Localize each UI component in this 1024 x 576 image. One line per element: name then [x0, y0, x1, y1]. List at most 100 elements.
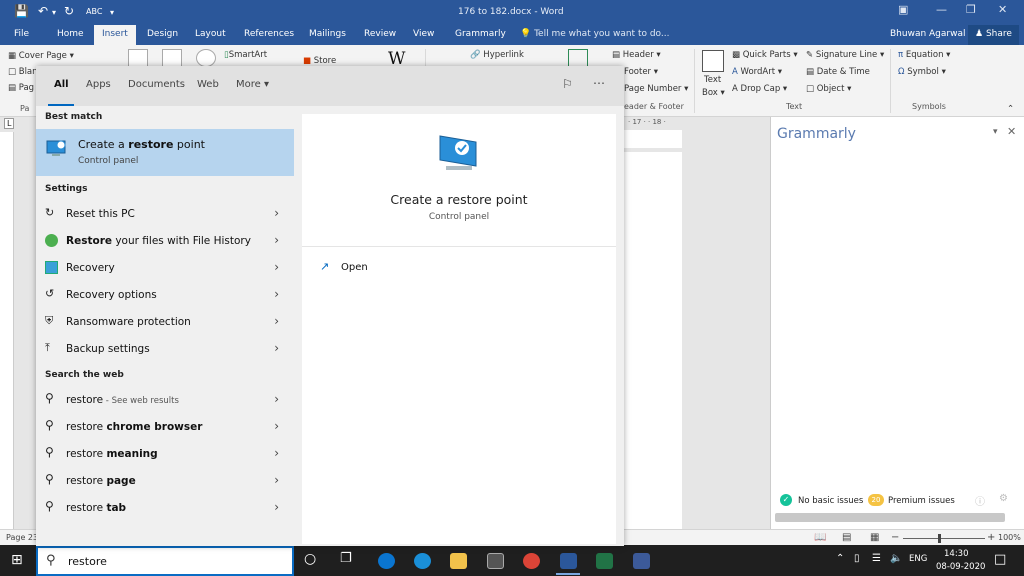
tell-me-box[interactable]: 💡 Tell me what you want to do... — [520, 29, 670, 39]
pictures-icon[interactable] — [128, 49, 148, 67]
setting-result[interactable]: ↺ Recovery options › — [36, 282, 294, 309]
battery-icon[interactable]: ▯ — [854, 553, 860, 564]
setting-result[interactable]: ⤒ Backup settings › — [36, 336, 294, 363]
online-pictures-icon[interactable] — [162, 49, 182, 67]
tab-grammarly[interactable]: Grammarly — [455, 29, 506, 39]
text-box-icon[interactable] — [702, 50, 724, 72]
spelling-icon[interactable]: ABC — [86, 7, 102, 16]
text-box-button[interactable]: Box ▾ — [702, 88, 725, 98]
customize-toolbar-icon[interactable]: ▾ — [110, 8, 114, 17]
maximize-icon[interactable]: ❐ — [966, 3, 976, 16]
clock-date[interactable]: 08-09-2020 — [936, 562, 985, 572]
filter-tab-more[interactable]: More ▾ — [236, 79, 269, 90]
settings-gear-icon[interactable]: ⚙ — [999, 493, 1008, 504]
web-result[interactable]: ⚲ restore - See web results › — [36, 387, 294, 414]
ribbon-display-icon[interactable]: ▣ — [898, 3, 908, 16]
minimize-icon[interactable]: — — [936, 3, 947, 16]
search-input[interactable]: restore — [68, 555, 107, 568]
volume-icon[interactable]: 🔈 — [890, 553, 902, 564]
close-pane-icon[interactable]: ✕ — [1007, 125, 1016, 138]
smartart-button[interactable]: ▯SmartArt — [224, 50, 267, 60]
no-basic-issues[interactable]: No basic issues — [798, 496, 863, 506]
best-match-result[interactable]: Create a restore point Control panel — [36, 129, 294, 176]
undo-dropdown-icon[interactable]: ▾ — [52, 8, 56, 17]
undo-icon[interactable]: ↶ — [38, 4, 48, 18]
zoom-out-icon[interactable]: − — [891, 532, 899, 543]
clock-time[interactable]: 14:30 — [944, 549, 969, 559]
store-taskbar-icon[interactable] — [487, 553, 504, 569]
filter-tab-all[interactable]: All — [54, 79, 69, 90]
tab-view[interactable]: View — [413, 29, 434, 39]
notifications-icon[interactable]: □ — [994, 552, 1006, 567]
signature-line-button[interactable]: ✎ Signature Line ▾ — [806, 50, 884, 60]
setting-result[interactable]: Recovery › — [36, 255, 294, 282]
tab-layout[interactable]: Layout — [195, 29, 226, 39]
header-button[interactable]: ▤ Header ▾ — [612, 50, 661, 60]
premium-issues[interactable]: Premium issues — [888, 496, 955, 506]
wordart-button[interactable]: A WordArt ▾ — [732, 67, 782, 77]
filter-tab-documents[interactable]: Documents — [128, 79, 185, 90]
cortana-icon[interactable]: ○ — [304, 551, 316, 567]
filter-tab-apps[interactable]: Apps — [86, 79, 111, 90]
read-mode-icon[interactable]: 📖 — [814, 532, 826, 543]
web-result[interactable]: ⚲ restore meaning › — [36, 441, 294, 468]
document-page[interactable] — [624, 152, 682, 542]
page-count[interactable]: Page 23 — [6, 533, 38, 542]
collapse-ribbon-icon[interactable]: ⌃ — [1007, 104, 1014, 114]
share-button[interactable]: ♟ Share — [968, 25, 1019, 45]
horizontal-scrollbar[interactable] — [775, 513, 1005, 522]
file-explorer-icon[interactable] — [450, 553, 467, 569]
quick-parts-button[interactable]: ▩ Quick Parts ▾ — [732, 50, 798, 60]
language-indicator[interactable]: ENG — [909, 554, 927, 564]
shapes-icon[interactable] — [196, 49, 216, 67]
word-online-icon[interactable] — [378, 553, 395, 569]
cover-page-button[interactable]: ▦ Cover Page ▾ — [8, 51, 74, 61]
zoom-slider-thumb[interactable] — [938, 534, 941, 543]
save-icon[interactable]: 💾 — [14, 4, 29, 18]
zoom-slider[interactable] — [903, 538, 985, 539]
date-time-button[interactable]: ▤ Date & Time — [806, 67, 870, 77]
setting-result[interactable]: ↻ Reset this PC › — [36, 201, 294, 228]
user-name[interactable]: Bhuwan Agarwal — [890, 29, 966, 39]
tab-insert[interactable]: Insert — [94, 25, 136, 45]
symbol-button[interactable]: Ω Symbol ▾ — [898, 67, 946, 77]
tab-mailings[interactable]: Mailings — [309, 29, 346, 39]
wifi-icon[interactable]: ☰ — [872, 553, 881, 564]
store-button[interactable]: ■ Store — [303, 56, 336, 66]
chrome-icon[interactable] — [523, 553, 540, 569]
taskbar-search-box[interactable]: ⚲ restore — [36, 546, 294, 576]
redo-icon[interactable]: ↻ — [64, 4, 74, 18]
web-result[interactable]: ⚲ restore page › — [36, 468, 294, 495]
open-action[interactable]: Open — [341, 262, 368, 273]
web-layout-icon[interactable]: ▦ — [870, 532, 879, 543]
tray-expand-icon[interactable]: ⌃ — [836, 553, 844, 564]
filter-tab-web[interactable]: Web — [197, 79, 219, 90]
page-break-button[interactable]: ▤ Pag — [8, 83, 34, 93]
feedback-icon[interactable]: ⚐ — [562, 77, 573, 91]
setting-result[interactable]: ⛨ Ransomware protection › — [36, 309, 294, 336]
zoom-in-icon[interactable]: + — [987, 532, 995, 543]
windows-start-icon[interactable]: ⊞ — [11, 552, 23, 568]
task-view-icon[interactable]: ❐ — [340, 551, 352, 566]
word-icon[interactable] — [560, 553, 577, 569]
print-layout-icon[interactable]: ▤ — [842, 532, 851, 543]
equation-button[interactable]: π Equation ▾ — [898, 50, 950, 60]
more-options-icon[interactable]: ⋯ — [593, 76, 605, 90]
close-icon[interactable]: ✕ — [998, 3, 1007, 16]
tab-design[interactable]: Design — [147, 29, 178, 39]
tab-selector-icon[interactable]: L — [4, 118, 15, 129]
blank-page-button[interactable]: □ Blan — [8, 67, 38, 77]
tab-references[interactable]: References — [244, 29, 294, 39]
page-number-button[interactable]: Page Number ▾ — [624, 84, 688, 94]
comment-icon[interactable] — [568, 49, 588, 67]
excel-icon[interactable] — [596, 553, 613, 569]
zoom-level[interactable]: 100% — [998, 533, 1021, 542]
web-result[interactable]: ⚲ restore tab › — [36, 495, 294, 522]
tab-home[interactable]: Home — [57, 29, 84, 39]
hyperlink-button[interactable]: 🔗 Hyperlink — [470, 50, 524, 60]
help-icon[interactable]: ⓘ — [975, 493, 985, 508]
web-result[interactable]: ⚲ restore chrome browser › — [36, 414, 294, 441]
footer-button[interactable]: Footer ▾ — [624, 67, 658, 77]
setting-result[interactable]: Restore your files with File History › — [36, 228, 294, 255]
object-button[interactable]: □ Object ▾ — [806, 84, 851, 94]
